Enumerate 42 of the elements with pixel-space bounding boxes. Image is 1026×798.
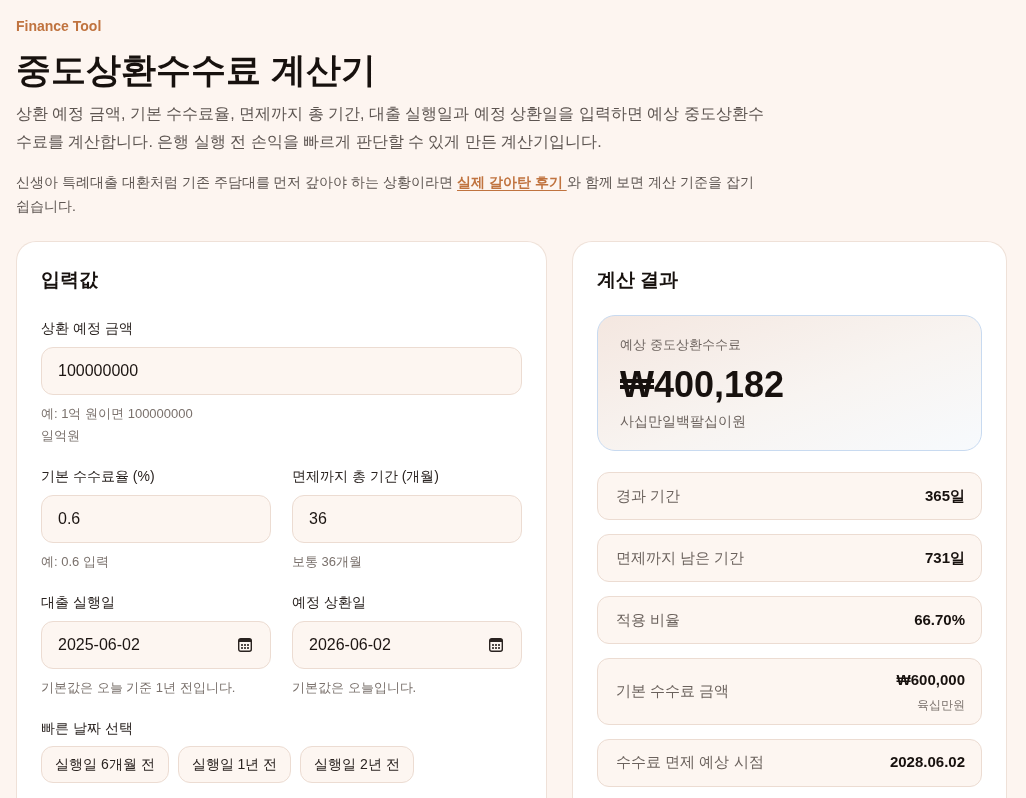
page-title: 중도상환수수료 계산기: [16, 49, 377, 91]
result-label: 적용 비율: [616, 609, 681, 630]
date-field[interactable]: 2026-06-02: [292, 621, 522, 669]
result-label: 면제까지 남은 기간: [616, 547, 745, 568]
result-label: 경과 기간: [616, 485, 681, 506]
result-value: 66.70%: [914, 609, 965, 630]
number-input[interactable]: 36: [292, 495, 522, 543]
result-label: 수수료 면제 예상 시점: [616, 752, 764, 773]
calendar-icon[interactable]: [489, 638, 503, 652]
date-field[interactable]: 2025-06-02: [41, 621, 271, 669]
result-value: 2028.06.02: [889, 752, 965, 773]
intro-note: 신생아 특례대출 대환처럼 기존 주담대를 먼저 갚아야 하는 상황이라면 실제 갈아탄 후기 와 함께 보면 계산 기준을 잡기 쉽습니다.: [16, 173, 756, 216]
intro-description: 상환 예정 금액, 기본 수수료율, 면제까지 총 기간, 대출 실행일과 예정 상환일을 입력하면 예상 중도상환수수료를 계산합니다. 은행 실행 전 손익을 빠르게 판단할 수 있게 만든 계산기입니다.: [16, 104, 765, 152]
result-label: 기본 수수료 금액: [616, 681, 730, 701]
result-value: 731일: [924, 547, 965, 568]
quick-date-label: 빠른 날짜 선택: [41, 719, 134, 738]
hint-text: 일억원: [41, 427, 81, 445]
number-input[interactable]: 0.6: [41, 495, 271, 543]
field-label: 기본 수수료율 (%): [41, 467, 156, 486]
quick-date-button[interactable]: 실행일 2년 전: [300, 746, 414, 783]
result-value: 365일: [924, 485, 965, 506]
field-label: 면제까지 총 기간 (개월): [292, 467, 440, 486]
hint-text: 예: 0.6 입력: [41, 553, 110, 571]
fee-amount: ₩400,182: [620, 363, 786, 407]
calendar-icon[interactable]: [238, 638, 252, 652]
result-value: ₩600,000: [896, 670, 965, 690]
panel-title: 입력값: [41, 268, 99, 292]
quick-date-button[interactable]: 실행일 6개월 전: [41, 746, 169, 783]
highlight-label: 예상 중도상환수수료: [620, 336, 742, 354]
hint-text: 예: 1억 원이면 100000000: [41, 405, 194, 423]
field-label: 대출 실행일: [41, 593, 116, 612]
quick-date-button[interactable]: 실행일 1년 전: [177, 746, 292, 783]
result-subvalue: 육십만원: [916, 696, 965, 714]
hint-text: 기본값은 오늘입니다.: [292, 679, 418, 697]
amount-in-words: 사십만일백팔십이원: [620, 412, 747, 431]
field-label: 예정 상환일: [292, 593, 367, 612]
field-label: 상환 예정 금액: [41, 319, 134, 338]
eyebrow-label: Finance Tool: [16, 17, 103, 36]
number-input[interactable]: 100000000: [41, 347, 522, 395]
hint-text: 보통 36개월: [292, 553, 364, 571]
panel-title: 계산 결과: [597, 268, 680, 292]
hint-text: 기본값은 오늘 기준 1년 전입니다.: [41, 679, 237, 697]
